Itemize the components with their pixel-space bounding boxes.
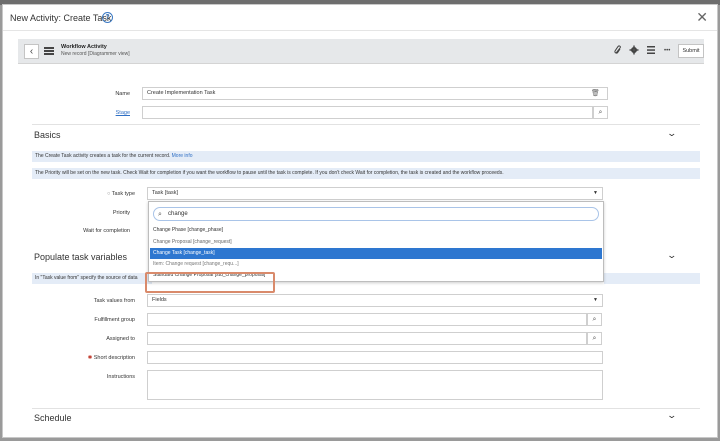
task-type-dropdown: ⌕ change Change Phase [change_phase] Cha… [148, 201, 604, 282]
submit-button[interactable]: Submit [678, 44, 704, 58]
short-description-label: ✱ Short description [55, 355, 135, 361]
name-field[interactable]: Create Implementation Task [142, 87, 608, 100]
back-button[interactable]: ‹ [24, 44, 39, 59]
dropdown-item[interactable]: Item: Change request [change_requ...] [150, 259, 602, 270]
assigned-search-button[interactable]: ⌕ [587, 332, 602, 345]
help-icon[interactable]: ? [102, 12, 113, 23]
task-type-label-text: Task type [111, 191, 135, 197]
task-values-from-label: Task values from [93, 298, 135, 304]
fulfillment-group-field[interactable] [147, 313, 587, 326]
info-bar-description: The Create Task activity creates a task … [32, 151, 700, 162]
settings-icon[interactable] [629, 45, 639, 57]
record-title: Workflow Activity [61, 44, 107, 50]
form-content: ‹ Workflow Activity New record [Diagramm… [14, 35, 706, 437]
info-bar-priority: The Priority will be set on the new task… [32, 168, 700, 179]
short-description-label-text: Short description [93, 355, 135, 361]
chevron-down-icon[interactable]: ⌄ [666, 250, 677, 261]
task-values-select[interactable]: Fields ▼ [147, 294, 603, 307]
chevron-down-icon[interactable]: ⌄ [666, 410, 677, 421]
fulfillment-group-label: Fulfillment group [94, 317, 135, 323]
info-text: The Create Task activity creates a task … [35, 153, 171, 159]
instructions-textarea[interactable] [147, 370, 603, 400]
task-values-value: Fields [152, 297, 167, 303]
section-divider [32, 408, 700, 409]
info-bar-populate-end [604, 273, 700, 284]
trash-icon[interactable]: 🗑 [591, 89, 600, 97]
hamburger-menu-icon[interactable] [44, 47, 54, 55]
info-bar-populate: In "Task value from" specify the source … [32, 273, 152, 284]
dropdown-item[interactable]: Change Proposal [change_request] [150, 237, 602, 248]
stage-field[interactable] [142, 106, 593, 119]
chevron-down-icon[interactable]: ⌄ [666, 128, 677, 139]
wait-for-completion-label: Wait for completion [83, 228, 130, 234]
basics-section-title: Basics [34, 130, 61, 140]
priority-info-text: The Priority will be set on the new task… [35, 170, 504, 176]
name-label: Name [115, 91, 130, 97]
assigned-to-field[interactable] [147, 332, 587, 345]
more-info-link[interactable]: More info [172, 153, 193, 159]
section-divider [32, 124, 700, 125]
stage-search-button[interactable]: ⌕ [593, 106, 608, 119]
modal-title: New Activity: Create Task [10, 13, 112, 23]
assigned-to-label: Assigned to [106, 336, 135, 342]
task-type-value: Task [task] [152, 190, 178, 196]
record-header: ‹ Workflow Activity New record [Diagramm… [18, 39, 704, 64]
dropdown-item-selected[interactable]: Change Task [change_task] [150, 248, 602, 259]
priority-label: Priority [112, 210, 130, 216]
dropdown-search-input[interactable]: ⌕ change [153, 207, 599, 221]
schedule-section-title: Schedule [34, 413, 72, 423]
task-type-label: ○ Task type [107, 191, 135, 197]
new-activity-modal: New Activity: Create Task ? ✕ ‹ Workflow… [2, 4, 718, 438]
fulfillment-search-button[interactable]: ⌕ [587, 313, 602, 326]
search-icon: ⌕ [158, 211, 162, 218]
paperclip-icon[interactable] [614, 45, 622, 57]
dropdown-arrow-icon: ▼ [593, 190, 598, 196]
more-options-button[interactable]: ••• [664, 48, 670, 54]
task-type-select[interactable]: Task [task] ▼ [147, 187, 603, 200]
dropdown-search-value: change [168, 211, 188, 217]
selection-highlight-box [145, 272, 275, 293]
short-description-field[interactable] [147, 351, 603, 364]
populate-section-title: Populate task variables [34, 252, 128, 262]
populate-info-text: In "Task value from" specify the source … [35, 275, 138, 281]
stage-label[interactable]: Stage [50, 110, 130, 116]
dropdown-arrow-icon: ▼ [593, 297, 598, 303]
list-icon[interactable] [646, 45, 656, 57]
record-subtitle: New record [Diagrammer view] [61, 51, 130, 57]
modal-header: New Activity: Create Task ? ✕ [3, 5, 717, 31]
dropdown-item[interactable]: Change Phase [change_phase] [150, 225, 602, 236]
close-icon[interactable]: ✕ [696, 10, 708, 24]
instructions-label: Instructions [106, 374, 135, 380]
